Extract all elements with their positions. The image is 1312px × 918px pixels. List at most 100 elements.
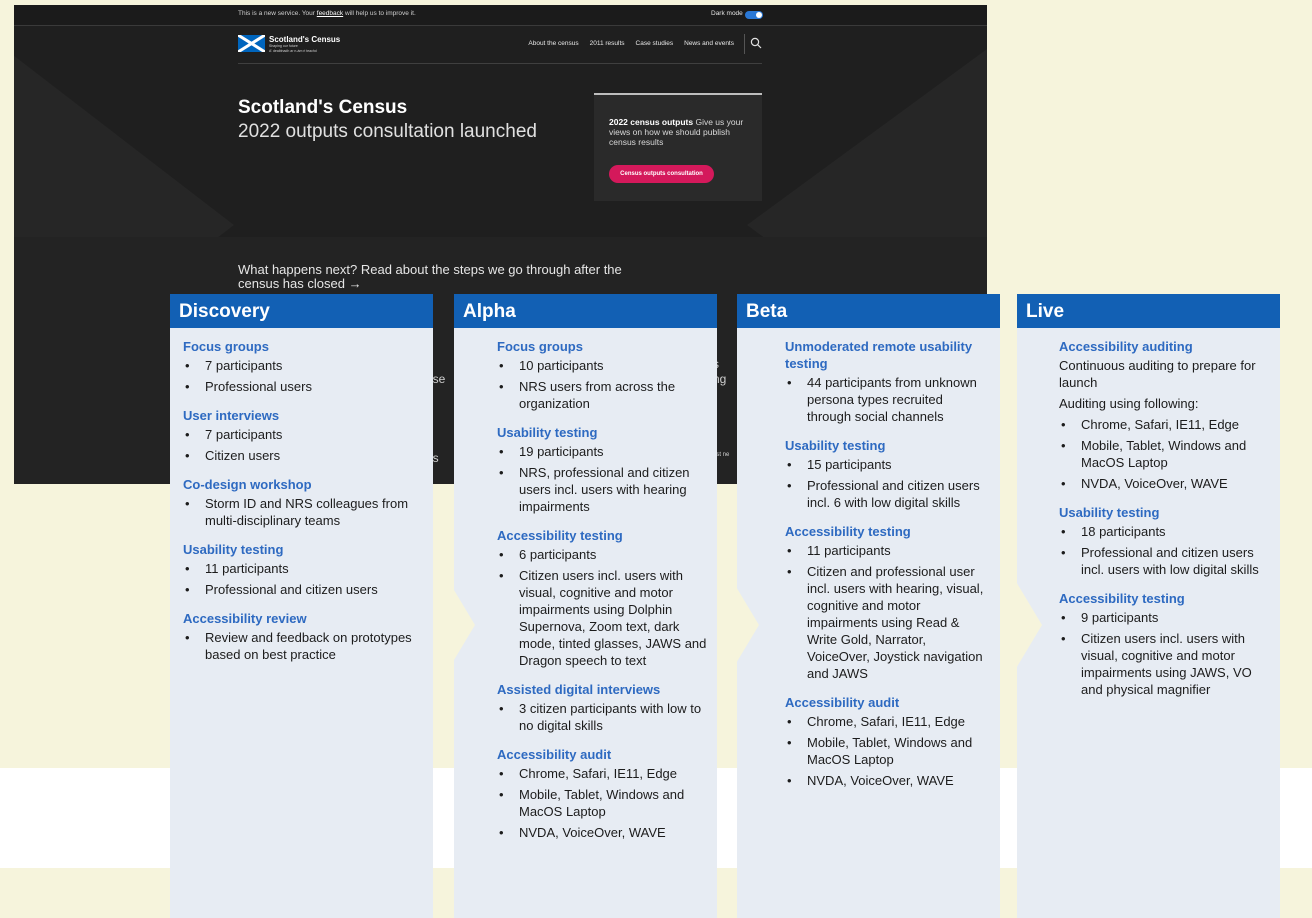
list-item: 18 participants	[1059, 523, 1273, 540]
section-accessibility-testing: Accessibility testing 6 participants Citi…	[497, 527, 709, 669]
section-title: Focus groups	[183, 339, 269, 354]
list-item: 10 participants	[497, 357, 709, 374]
list-item: Citizen users	[183, 447, 423, 464]
list-item: 6 participants	[497, 546, 709, 563]
hero-subtitle: 2022 outputs consultation launched	[238, 121, 537, 142]
section-accessibility-testing: Accessibility testing 11 participants Cit…	[785, 523, 989, 682]
section-focus-groups: Focus groups 7 participants Professional …	[183, 338, 423, 395]
chevron-arrow-icon	[717, 555, 759, 695]
chevron-arrow-icon	[1000, 555, 1042, 695]
list-item: Review and feedback on prototypes based …	[183, 629, 423, 663]
phase-content: Accessibility auditing Continuous auditi…	[1059, 338, 1273, 710]
section-assisted-digital-interviews: Assisted digital interviews 3 citizen pa…	[497, 681, 709, 734]
dark-mode-toggle[interactable]	[745, 11, 763, 19]
phase-header: Discovery	[170, 294, 433, 328]
list-item: Citizen users incl. users with visual, c…	[497, 567, 709, 669]
site-header: Scotland's Census Shaping our future A' …	[238, 29, 762, 64]
list-item: NRS users from across the organization	[497, 378, 709, 412]
nav-news-events[interactable]: News and events	[684, 40, 734, 47]
nav-case-studies[interactable]: Case studies	[636, 40, 674, 47]
list-item: Citizen users incl. users with visual, c…	[1059, 630, 1273, 698]
list-item: Chrome, Safari, IE11, Edge	[785, 713, 989, 730]
phase-header: Alpha	[454, 294, 717, 328]
banner-tail: will help us to improve it.	[344, 10, 416, 17]
section-accessibility-testing: Accessibility testing 9 participants Citi…	[1059, 590, 1273, 698]
dark-mode-label: Dark mode	[711, 10, 743, 17]
list-item: 7 participants	[183, 357, 423, 374]
section-title: Usability testing	[183, 542, 284, 557]
nav-divider	[744, 34, 745, 54]
site-logo[interactable]: Scotland's Census Shaping our future A' …	[269, 35, 340, 53]
section-title: Accessibility audit	[497, 747, 612, 762]
section-user-interviews: User interviews 7 participants Citizen us…	[183, 407, 423, 464]
section-usability-testing: Usability testing 18 participants Profess…	[1059, 504, 1273, 578]
list-item: 15 participants	[785, 456, 989, 473]
census-outputs-consultation-button[interactable]: Census outputs consultation	[609, 165, 714, 183]
list-item: 19 participants	[497, 443, 709, 460]
section-title: Unmoderated remote usability testing	[785, 339, 973, 371]
list-item: NVDA, VoiceOver, WAVE	[1059, 475, 1273, 492]
list-item: 44 participants from unknown persona typ…	[785, 374, 989, 425]
list-item: Professional and citizen users	[183, 581, 423, 598]
list-item: Mobile, Tablet, Windows and MacOS Laptop	[785, 734, 989, 768]
phase-content: Unmoderated remote usability testing 44 …	[785, 338, 989, 801]
feedback-link[interactable]: feedback	[317, 10, 343, 17]
section-title: Focus groups	[497, 339, 583, 354]
section-usability-testing: Usability testing 19 participants NRS, pr…	[497, 424, 709, 515]
section-title: Accessibility testing	[497, 528, 623, 543]
list-item: Chrome, Safari, IE11, Edge	[1059, 416, 1273, 433]
list-item: Mobile, Tablet, Windows and MacOS Laptop	[497, 786, 709, 820]
section-paragraph: Auditing using following:	[1059, 396, 1199, 411]
list-item: NRS, professional and citizen users incl…	[497, 464, 709, 515]
banner-message: This is a new service. Your feedback wil…	[238, 10, 416, 17]
section-title: Accessibility review	[183, 611, 307, 626]
list-item: Professional and citizen users incl. 6 w…	[785, 477, 989, 511]
section-title: Usability testing	[1059, 505, 1160, 520]
list-item: 7 participants	[183, 426, 423, 443]
list-item: 9 participants	[1059, 609, 1273, 626]
list-item: Mobile, Tablet, Windows and MacOS Laptop	[1059, 437, 1273, 471]
section-accessibility-audit: Accessibility audit Chrome, Safari, IE11…	[785, 694, 989, 789]
section-title: Accessibility testing	[785, 524, 911, 539]
list-item: 11 participants	[785, 542, 989, 559]
list-item: Professional users	[183, 378, 423, 395]
section-accessibility-review: Accessibility review Review and feedback…	[183, 610, 423, 663]
section-usability-testing: Usability testing 11 participants Profess…	[183, 541, 423, 598]
list-item: Professional and citizen users incl. use…	[1059, 544, 1273, 578]
section-accessibility-auditing: Accessibility auditing Continuous auditi…	[1059, 338, 1273, 492]
search-icon[interactable]	[750, 37, 762, 49]
main-nav: About the census 2011 results Case studi…	[528, 40, 734, 47]
section-focus-groups: Focus groups 10 participants NRS users fr…	[497, 338, 709, 412]
section-title: Co-design workshop	[183, 477, 312, 492]
section-title: User interviews	[183, 408, 280, 423]
section-title: Accessibility audit	[785, 695, 900, 710]
section-accessibility-audit: Accessibility audit Chrome, Safari, IE11…	[497, 746, 709, 841]
hero-title: Scotland's Census	[238, 97, 408, 118]
section-unmoderated-testing: Unmoderated remote usability testing 44 …	[785, 338, 989, 425]
chevron-arrow-icon	[433, 555, 475, 695]
section-title: Usability testing	[785, 438, 886, 453]
section-paragraph: Continuous auditing to prepare for launc…	[1059, 358, 1256, 390]
list-item: Chrome, Safari, IE11, Edge	[497, 765, 709, 782]
section-title: Usability testing	[497, 425, 598, 440]
consultation-card: 2022 census outputs Give us your views o…	[594, 93, 762, 201]
section-usability-testing: Usability testing 15 participants Profess…	[785, 437, 989, 511]
list-item: NVDA, VoiceOver, WAVE	[785, 772, 989, 789]
list-item: NVDA, VoiceOver, WAVE	[497, 824, 709, 841]
banner-text: This is a new service. Your	[238, 10, 315, 17]
nav-about-census[interactable]: About the census	[528, 40, 578, 47]
section-co-design-workshop: Co-design workshop Storm ID and NRS coll…	[183, 476, 423, 529]
phase-header: Live	[1017, 294, 1280, 328]
brand-name: Scotland's Census	[269, 35, 341, 44]
section-title: Accessibility testing	[1059, 591, 1185, 606]
saltire-flag-icon[interactable]	[238, 35, 265, 52]
what-happens-next-link[interactable]: What happens next? Read about the steps …	[238, 263, 628, 291]
section-title: Assisted digital interviews	[497, 682, 661, 697]
phase-banner: This is a new service. Your feedback wil…	[14, 5, 987, 26]
phase-content: Focus groups 7 participants Professional …	[183, 338, 423, 675]
brand-tagline-gaelic: A' dealbhadh ar n-àm ri teachd	[269, 48, 317, 53]
section-title: Accessibility auditing	[1059, 339, 1193, 354]
phase-header: Beta	[737, 294, 1000, 328]
nav-2011-results[interactable]: 2011 results	[590, 40, 625, 47]
card-text: 2022 census outputs Give us your views o…	[609, 117, 749, 147]
